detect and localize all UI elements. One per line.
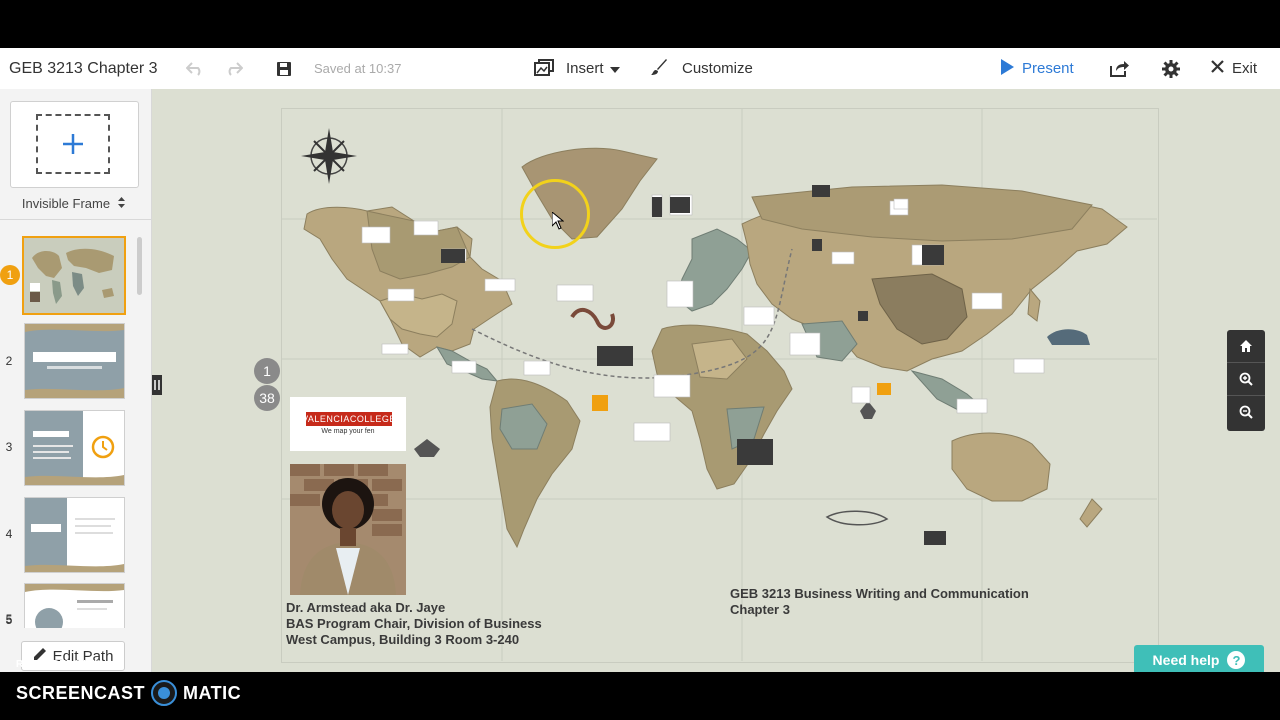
thumbnail-slide-image [25, 498, 124, 572]
thumbnail-slide-image [25, 584, 124, 628]
need-help-label: Need help [1152, 652, 1220, 668]
undo-icon[interactable] [185, 48, 205, 89]
thumbnail-1[interactable] [22, 236, 126, 315]
save-icon[interactable] [274, 48, 294, 89]
divider [0, 219, 151, 220]
insert-menu-button[interactable]: Insert [534, 48, 620, 89]
document-title[interactable]: GEB 3213 Chapter 3 [9, 48, 158, 89]
frame-placeholder [36, 114, 110, 174]
close-icon [1211, 60, 1224, 77]
zoom-controls [1227, 330, 1265, 431]
ship-icon [414, 439, 440, 457]
thumbnail-2[interactable] [24, 323, 125, 399]
exit-button[interactable]: Exit [1211, 48, 1257, 89]
zoom-in-icon[interactable] [1227, 363, 1265, 396]
college-logo: VALENCIACOLLEGE We map your fen [290, 397, 406, 451]
compass-rose-icon [301, 128, 357, 184]
thumbnail-number: 3 [5, 440, 13, 454]
thumbnail-slide-image [25, 411, 124, 485]
thumbnail-number: 4 [5, 527, 13, 541]
thumbnail-number: 5 [5, 612, 13, 626]
recorded-with-label: RECORDED WITH [16, 659, 102, 670]
instructor-title: BAS Program Chair, Division of Business [286, 616, 542, 631]
zoom-out-icon[interactable] [1227, 396, 1265, 428]
insert-label: Insert [566, 60, 604, 77]
chevron-down-icon [609, 60, 620, 77]
current-frame-badge: 1 [0, 265, 20, 285]
home-icon[interactable] [1227, 330, 1265, 363]
screencast-brand-left: SCREENCAST [16, 682, 146, 703]
frame-type-label: Invisible Frame [21, 195, 111, 211]
need-help-button[interactable]: Need help ? [1134, 645, 1264, 672]
instructor-photo [290, 464, 406, 595]
frames-sidebar: Invisible Frame 1 2 3 4 5 Edit Path [0, 89, 152, 672]
gear-icon[interactable] [1160, 48, 1182, 89]
toolbar: GEB 3213 Chapter 3 Saved at 10:37 Insert… [0, 48, 1280, 90]
whale-icon [1047, 329, 1090, 345]
add-frame-button[interactable] [10, 101, 139, 188]
help-icon: ? [1227, 651, 1246, 669]
brush-icon [650, 58, 668, 80]
play-icon [1000, 58, 1014, 79]
exit-label: Exit [1232, 60, 1258, 77]
plus-icon [63, 134, 83, 154]
insert-icon [534, 58, 554, 80]
course-title: GEB 3213 Business Writing and Communicat… [730, 586, 1029, 618]
instructor-info: Dr. Armstead aka Dr. Jaye BAS Program Ch… [286, 600, 542, 648]
sidebar-scrollbar[interactable] [137, 237, 142, 295]
sea-serpent-icon [570, 307, 615, 330]
thumbnail-3[interactable] [24, 410, 125, 486]
thumbnail-map-image [24, 238, 124, 313]
thumbnail-number: 2 [5, 354, 13, 368]
frame-type-select[interactable]: Invisible Frame [10, 193, 137, 213]
step-number-badge: 1 [254, 358, 280, 384]
present-label: Present [1022, 60, 1074, 77]
sea-creature-icon [825, 510, 889, 526]
select-arrows-icon [118, 196, 126, 211]
mouse-cursor-icon [552, 212, 564, 230]
course-chapter: Chapter 3 [730, 602, 790, 617]
instructor-name: Dr. Armstead aka Dr. Jaye [286, 600, 446, 615]
share-icon[interactable] [1108, 48, 1130, 89]
screencast-brand-right: MATIC [183, 682, 242, 703]
instructor-office: West Campus, Building 3 Room 3-240 [286, 632, 520, 647]
college-tagline: We map your fen [321, 428, 375, 435]
redo-icon[interactable] [224, 48, 244, 89]
customize-label: Customize [682, 60, 753, 77]
customize-button[interactable]: Customize [650, 48, 753, 89]
screencast-logo-icon [151, 680, 178, 706]
thumbnail-slide-image [25, 324, 124, 398]
presentation-canvas[interactable]: 1 38 VALENCIACOLLEGE We map your fen Dr.… [152, 89, 1280, 672]
total-steps-badge: 38 [254, 385, 280, 411]
thumbnail-4[interactable] [24, 497, 125, 573]
screencast-logo: SCREENCAST MATIC [16, 680, 241, 706]
college-logo-text: VALENCIACOLLEGE [302, 412, 396, 426]
ship-icon [860, 401, 876, 419]
thumbnail-5[interactable] [24, 583, 125, 628]
saved-status: Saved at 10:37 [314, 61, 402, 76]
course-name: GEB 3213 Business Writing and Communicat… [730, 586, 1029, 601]
present-button[interactable]: Present [1000, 48, 1074, 89]
